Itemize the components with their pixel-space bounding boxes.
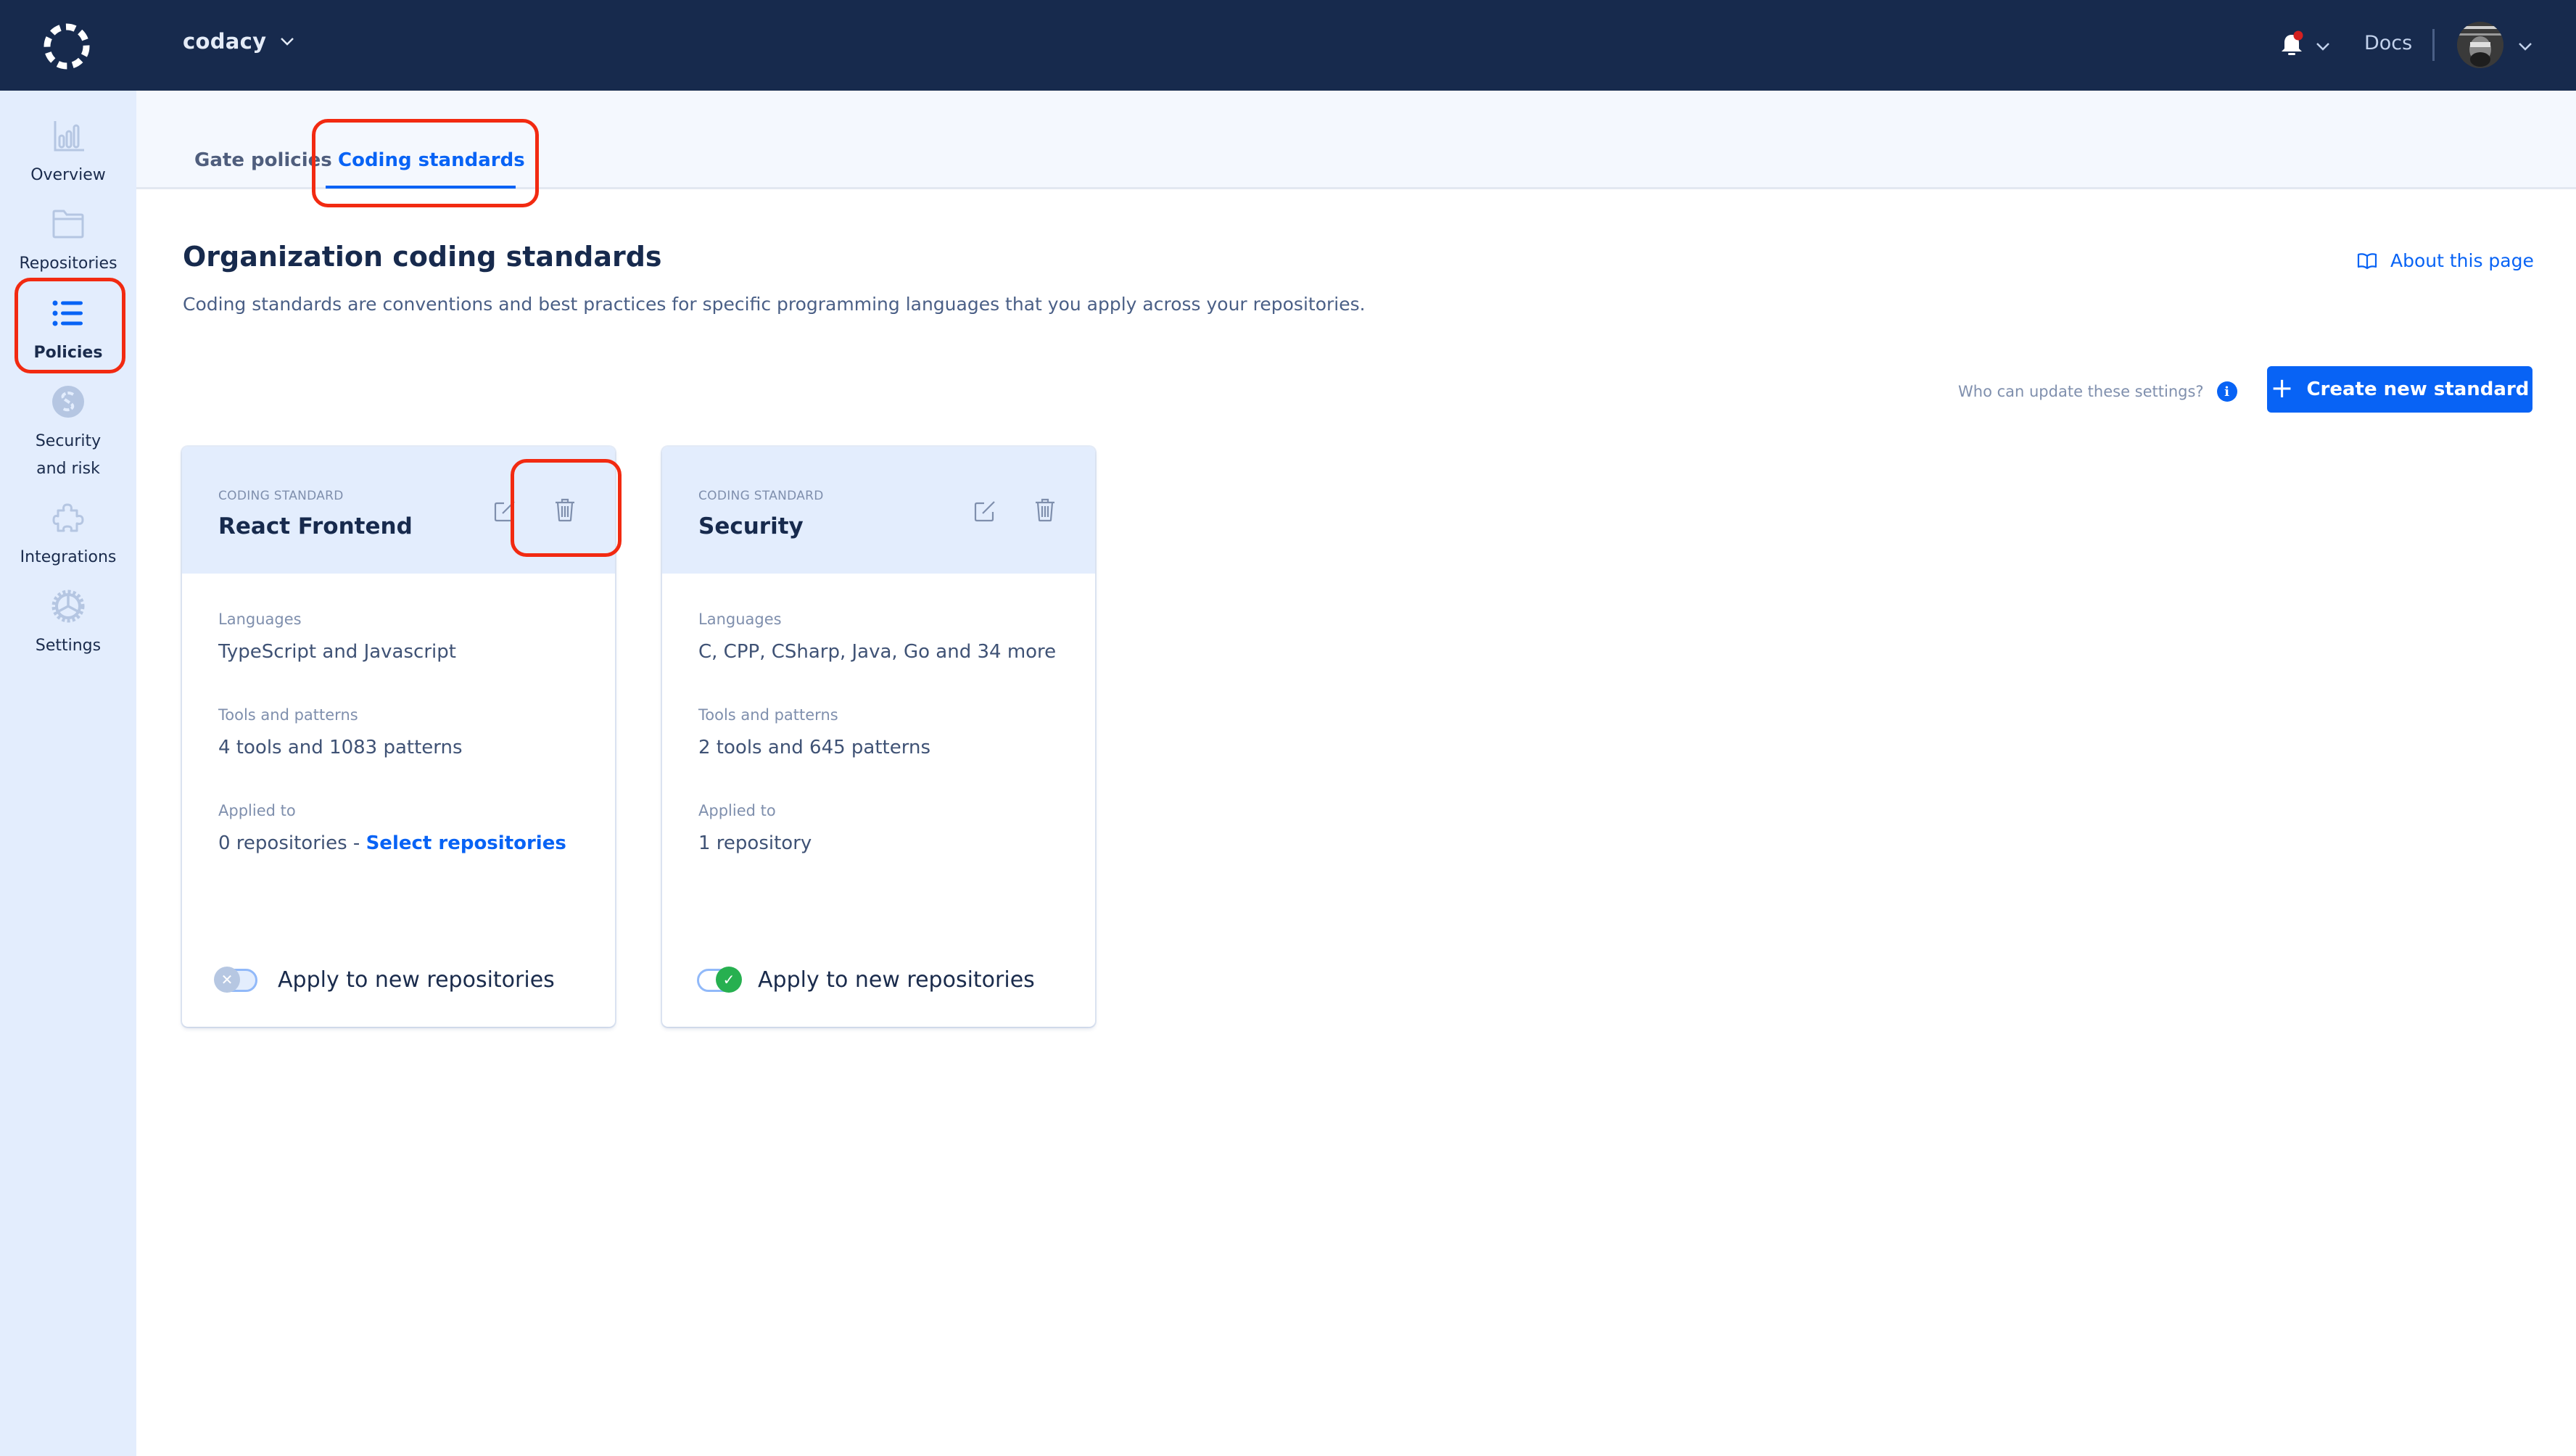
edit-icon[interactable] bbox=[974, 500, 996, 522]
card-kicker: CODING STANDARD bbox=[218, 489, 344, 503]
sidebar-item-label: Integrations bbox=[20, 548, 117, 566]
tools-label: Tools and patterns bbox=[698, 706, 838, 724]
toggle-label: Apply to new repositories bbox=[758, 967, 1035, 993]
sidebar-item-settings[interactable]: Settings bbox=[0, 589, 136, 660]
puzzle-icon bbox=[52, 503, 84, 532]
create-new-standard-button[interactable]: + Create new standard bbox=[2267, 366, 2532, 413]
toggle-on-check-icon: ✓ bbox=[716, 966, 742, 993]
avatar-image bbox=[2457, 22, 2503, 68]
active-tab-indicator bbox=[326, 186, 516, 189]
user-menu-chevron-down-icon[interactable] bbox=[2517, 41, 2533, 51]
sidebar-item-label: Security and risk bbox=[35, 432, 102, 478]
card-title: React Frontend bbox=[218, 513, 413, 539]
languages-label: Languages bbox=[218, 611, 302, 628]
chevron-down-icon bbox=[281, 38, 294, 46]
security-icon bbox=[52, 386, 84, 418]
tab-bar bbox=[136, 91, 2576, 189]
create-new-standard-label: Create new standard bbox=[2306, 379, 2530, 400]
coding-standard-card: CODING STANDARD React Frontend Languages… bbox=[182, 447, 615, 1027]
apply-to-new-repositories-toggle[interactable]: ✓ Apply to new repositories bbox=[694, 966, 1035, 993]
delete-trash-icon[interactable] bbox=[553, 497, 577, 522]
toggle-label: Apply to new repositories bbox=[278, 967, 555, 993]
card-header: CODING STANDARD React Frontend bbox=[182, 447, 615, 574]
docs-link[interactable]: Docs bbox=[2364, 32, 2412, 54]
book-icon bbox=[2357, 252, 2377, 269]
delete-trash-icon[interactable] bbox=[1033, 497, 1057, 522]
applied-to-value: 1 repository bbox=[698, 832, 812, 854]
languages-label: Languages bbox=[698, 611, 782, 628]
gear-icon bbox=[51, 590, 85, 623]
sidebar-item-repositories[interactable]: Repositories bbox=[0, 207, 136, 278]
tab-coding-standards[interactable]: Coding standards bbox=[338, 149, 525, 171]
sidebar-item-overview[interactable]: Overview bbox=[0, 118, 136, 189]
apply-to-new-repositories-toggle[interactable]: ✕ Apply to new repositories bbox=[214, 966, 555, 993]
who-can-update-settings[interactable]: Who can update these settings? i bbox=[1958, 381, 2237, 402]
card-title: Security bbox=[698, 513, 804, 539]
applied-to-value: 0 repositories - Select repositories bbox=[218, 832, 566, 854]
page-title: Organization coding standards bbox=[183, 241, 662, 273]
languages-value: C, CPP, CSharp, Java, Go and 34 more bbox=[698, 641, 1057, 663]
notification-bell-icon[interactable] bbox=[2277, 30, 2306, 59]
who-can-update-label: Who can update these settings? bbox=[1958, 383, 2204, 400]
top-header: codacy Docs bbox=[0, 0, 2576, 91]
sidebar-item-policies[interactable]: Policies bbox=[0, 296, 136, 367]
header-divider bbox=[2432, 29, 2435, 61]
notification-badge bbox=[2293, 30, 2303, 41]
edit-icon[interactable] bbox=[494, 500, 516, 522]
tools-value: 2 tools and 645 patterns bbox=[698, 737, 930, 758]
applied-to-label: Applied to bbox=[218, 802, 296, 819]
organization-selector[interactable]: codacy bbox=[183, 29, 295, 54]
bar-chart-icon bbox=[54, 121, 84, 152]
applied-to-label: Applied to bbox=[698, 802, 776, 819]
card-header: CODING STANDARD Security bbox=[662, 447, 1095, 574]
user-avatar[interactable] bbox=[2457, 22, 2503, 68]
organization-name: codacy bbox=[183, 29, 267, 54]
about-this-page-label: About this page bbox=[2390, 250, 2534, 271]
coding-standard-card: CODING STANDARD Security Languages C, CP… bbox=[662, 447, 1095, 1027]
languages-value: TypeScript and Javascript bbox=[218, 641, 456, 663]
sidebar: Overview Repositories Policies Security … bbox=[0, 91, 136, 1456]
sidebar-item-label: Policies bbox=[33, 344, 103, 362]
tab-gate-policies[interactable]: Gate policies bbox=[194, 149, 332, 171]
info-icon[interactable]: i bbox=[2216, 381, 2237, 402]
folder-icon bbox=[52, 210, 84, 239]
toggle-switch[interactable]: ✕ bbox=[214, 966, 260, 993]
notification-chevron-down-icon[interactable] bbox=[2315, 41, 2331, 51]
select-repositories-link[interactable]: Select repositories bbox=[366, 832, 566, 854]
sidebar-item-integrations[interactable]: Integrations bbox=[0, 500, 136, 571]
sidebar-item-label: Overview bbox=[30, 166, 106, 184]
toggle-off-x-icon: ✕ bbox=[214, 966, 240, 993]
about-this-page-link[interactable]: About this page bbox=[2357, 250, 2534, 271]
list-icon bbox=[52, 300, 83, 326]
tools-label: Tools and patterns bbox=[218, 706, 358, 724]
sidebar-item-label: Repositories bbox=[19, 255, 117, 273]
plus-icon: + bbox=[2270, 372, 2294, 404]
codacy-logo-icon[interactable] bbox=[41, 20, 93, 73]
sidebar-item-label: Settings bbox=[35, 637, 102, 655]
card-kicker: CODING STANDARD bbox=[698, 489, 824, 503]
tools-value: 4 tools and 1083 patterns bbox=[218, 737, 463, 758]
page-description: Coding standards are conventions and bes… bbox=[183, 294, 1366, 315]
toggle-switch[interactable]: ✓ bbox=[694, 966, 742, 993]
sidebar-item-security-and-risk[interactable]: Security and risk bbox=[0, 384, 136, 483]
